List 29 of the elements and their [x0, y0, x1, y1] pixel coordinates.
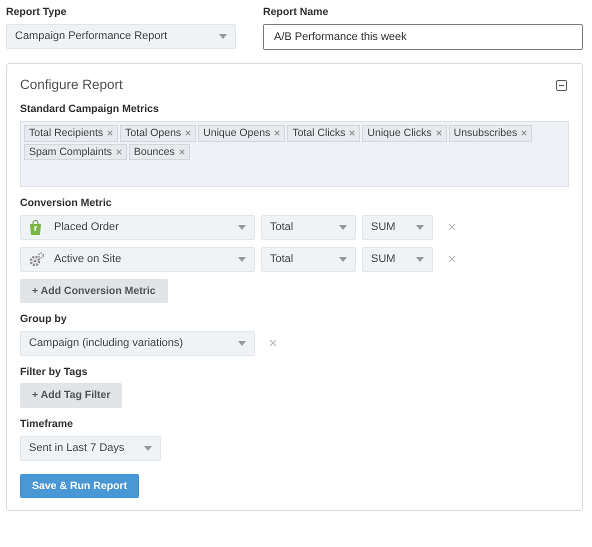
metric-tag[interactable]: Total Clicks	[287, 125, 360, 142]
field-label: Group by	[20, 313, 67, 326]
metric-tag[interactable]: Spam Complaints	[24, 144, 127, 160]
measure-select[interactable]: Total	[261, 214, 356, 240]
field-label: Report Type	[6, 6, 66, 19]
add-tag-filter-button[interactable]: + Add Tag Filter	[20, 383, 122, 408]
field-label: Timeframe	[20, 418, 73, 431]
field-label: Conversion Metric	[20, 197, 112, 210]
field-label: Report Name	[263, 6, 328, 19]
metric-tag[interactable]: Unsubscribes	[448, 125, 532, 142]
timeframe-select[interactable]: Sent in Last 7 Days	[20, 436, 161, 461]
metric-tag[interactable]: Total Opens	[120, 125, 196, 142]
aggregate-select[interactable]: SUM	[362, 246, 433, 272]
field-label: Standard Campaign Metrics	[20, 103, 159, 116]
aggregate-select[interactable]: SUM	[362, 214, 433, 240]
group-by-select[interactable]: Campaign (including variations)	[20, 330, 255, 356]
report-type-select[interactable]: Campaign Performance Report	[6, 24, 236, 49]
metric-tag[interactable]: Total Recipients	[24, 125, 118, 142]
report-name-field[interactable]: A/B Performance this week	[263, 24, 583, 50]
measure-select[interactable]: Total	[261, 246, 356, 272]
metric-tag[interactable]: Unique Opens	[198, 125, 286, 142]
metric-select[interactable]: Placed Order	[20, 214, 255, 240]
metric-tag[interactable]: Bounces	[128, 144, 190, 160]
field-label: Filter by Tags	[20, 366, 88, 378]
panel-title: Configure Report	[20, 78, 123, 92]
metric-tag[interactable]: Unique Clicks	[362, 125, 447, 142]
metric-select[interactable]: Active on Site	[20, 246, 255, 272]
metrics-field[interactable]: Total Recipients Total Opens Unique Opens Total Clicks Unique Clicks Unsubscribes Spam Complaints Bounces	[20, 121, 569, 188]
add-conversion-metric-button[interactable]: + Add Conversion Metric	[20, 278, 168, 304]
